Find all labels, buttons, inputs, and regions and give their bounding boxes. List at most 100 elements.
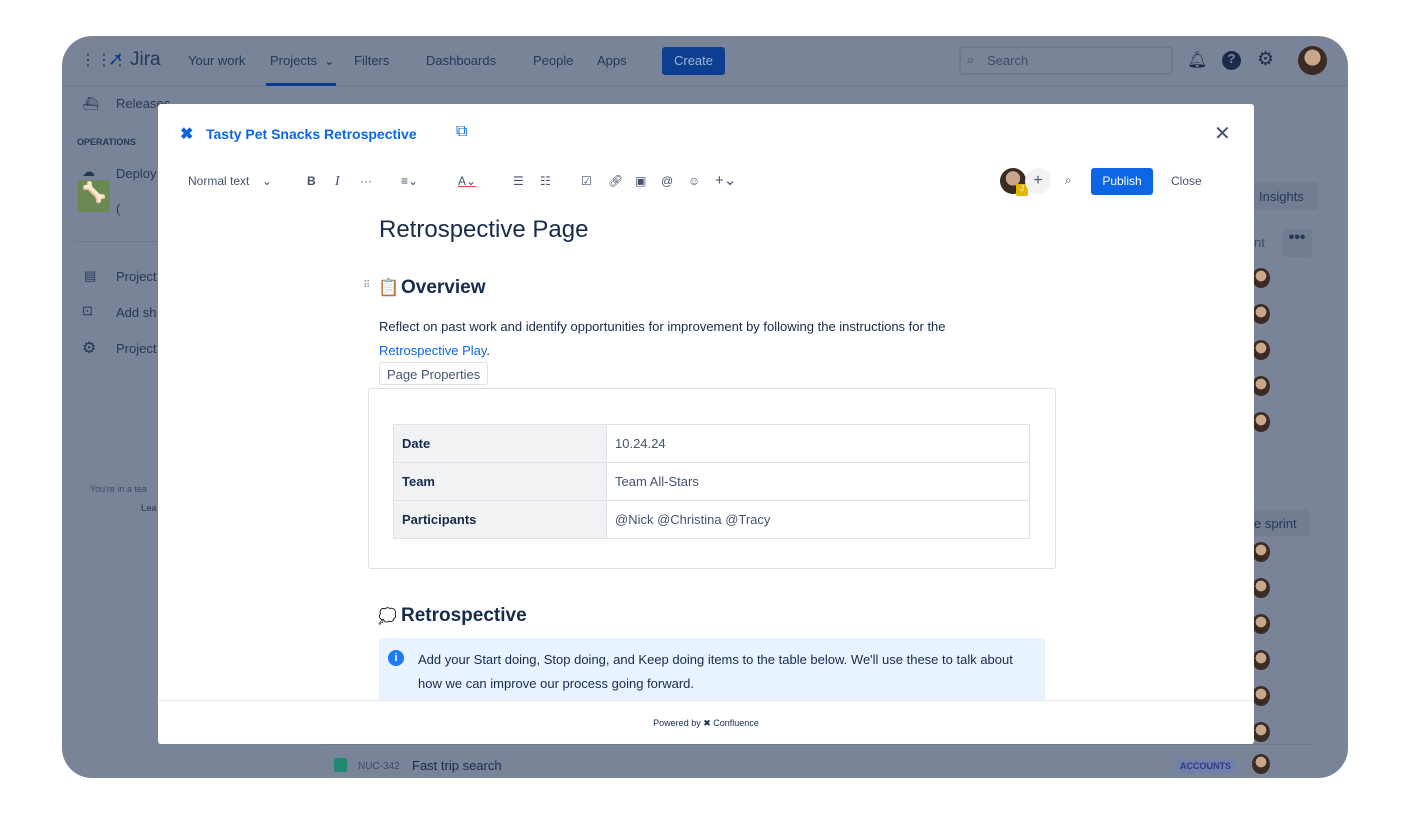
powered-by-text: Powered by (653, 718, 701, 728)
search-input[interactable]: ⌕ Search (959, 46, 1173, 75)
learn-more-link[interactable]: Lea (141, 503, 157, 513)
text-color-icon[interactable]: A⌄ (458, 174, 476, 188)
publish-button[interactable]: Publish (1091, 168, 1153, 195)
sidebar-add-shortcut[interactable]: Add sh (116, 305, 156, 320)
retrospective-heading[interactable]: Retrospective (401, 605, 527, 627)
confluence-small-icon: ✖ (703, 718, 711, 728)
table-row: Team Team All-Stars (393, 462, 1030, 501)
find-icon[interactable]: ⌕ (1065, 173, 1072, 188)
search-icon: ⌕ (967, 52, 975, 67)
image-icon[interactable]: ▣ (635, 174, 646, 188)
close-icon[interactable]: ✕ (1214, 121, 1231, 146)
team-note: You're in a tea (90, 484, 147, 494)
settings-icon[interactable]: ⚙ (1257, 48, 1274, 71)
assignee-avatar (1252, 412, 1270, 432)
sidebar-deployments[interactable]: Deploy (116, 166, 156, 181)
drag-handle-icon[interactable]: ⠿ (363, 280, 370, 291)
task-icon[interactable]: ☑ (581, 174, 592, 188)
text-style-dropdown[interactable]: Normal text (188, 174, 249, 188)
assignee-avatar (1252, 268, 1270, 288)
table-key: Team (393, 462, 607, 501)
assignee-avatar (1252, 542, 1270, 562)
clipboard-icon: 📋 (378, 278, 400, 297)
nav-your-work[interactable]: Your work (188, 53, 245, 68)
project-pages-icon: ▤ (84, 268, 97, 283)
info-text: Add your Start doing, Stop doing, and Ke… (418, 652, 1013, 691)
confluence-modal: ✖ Tasty Pet Snacks Retrospective ⧉ ✕ Nor… (158, 104, 1254, 744)
info-icon: i (388, 650, 404, 666)
align-icon[interactable]: ≡⌄ (401, 174, 418, 188)
assignee-avatar (1252, 340, 1270, 360)
retrospective-play-link[interactable]: Retrospective Play (379, 343, 486, 358)
active-tab-indicator (266, 83, 336, 86)
profile-avatar[interactable] (1298, 46, 1327, 75)
help-icon[interactable]: ? (1222, 51, 1241, 70)
jira-logo[interactable]: Jira (130, 49, 161, 71)
assignee-avatar (1252, 304, 1270, 324)
project-settings-icon: ⚙ (82, 340, 97, 357)
bullet-list-icon[interactable]: ☰ (513, 174, 524, 188)
overview-paragraph: Reflect on past work and identify opport… (379, 319, 946, 334)
link-icon[interactable]: 🔗︎ (608, 174, 623, 188)
table-value[interactable]: Team All-Stars (606, 462, 1030, 501)
assignee-avatar (1252, 686, 1270, 706)
nav-people[interactable]: People (533, 53, 573, 68)
assignee-avatar (1252, 578, 1270, 598)
more-options-icon[interactable]: ••• (1282, 229, 1312, 257)
mention-icon[interactable]: @ (661, 174, 673, 188)
close-button[interactable]: Close (1171, 174, 1202, 188)
jira-logo-icon[interactable]: ➚ (108, 49, 123, 70)
invite-icon[interactable]: + (1025, 168, 1051, 194)
sidebar-project-pages[interactable]: Project (116, 269, 156, 284)
assignee-avatar (1252, 722, 1270, 742)
sidebar-item-partial[interactable]: ( (116, 201, 120, 216)
overview-heading[interactable]: Overview (401, 277, 486, 299)
open-external-icon[interactable]: ⧉ (456, 123, 467, 141)
page-title[interactable]: Retrospective Page (379, 216, 588, 244)
insights-button[interactable]: Insights (1247, 182, 1318, 210)
assignee-avatar (1252, 650, 1270, 670)
nav-dashboards[interactable]: Dashboards (426, 53, 496, 68)
issue-key[interactable]: NUC-342 (358, 761, 400, 772)
sidebar-project-settings[interactable]: Project (116, 341, 156, 356)
nav-projects[interactable]: Projects (270, 53, 317, 68)
modal-title[interactable]: Tasty Pet Snacks Retrospective (206, 126, 417, 142)
create-button[interactable]: Create (662, 47, 725, 75)
add-shortcut-icon: ⊡ (82, 303, 93, 318)
complete-sprint-button[interactable]: e sprint (1254, 510, 1309, 536)
emoji-icon[interactable]: ☺ (688, 174, 700, 188)
bone-icon: 🦴 (78, 180, 110, 212)
chevron-down-icon: ⌄ (262, 174, 273, 188)
issue-title[interactable]: Fast trip search (412, 758, 502, 773)
insert-icon[interactable]: +⌄ (715, 171, 736, 189)
period: . (486, 343, 491, 358)
partial-button-text[interactable]: nt (1254, 235, 1265, 250)
issue-epic-tag: ACCOUNTS (1176, 759, 1235, 773)
releases-icon: ⛴ (82, 96, 99, 111)
assignee-avatar (1252, 614, 1270, 634)
more-formatting-icon[interactable]: ··· (360, 174, 372, 188)
nav-filters[interactable]: Filters (354, 53, 389, 68)
info-panel[interactable]: i Add your Start doing, Stop doing, and … (379, 638, 1045, 708)
page-properties-label[interactable]: Page Properties (379, 362, 489, 385)
table-row: Participants @Nick @Christina @Tracy (393, 500, 1030, 539)
chevron-down-icon: ⌄ (324, 53, 335, 68)
table-value[interactable]: 10.24.24 (606, 424, 1030, 463)
confluence-brand: Confluence (713, 718, 759, 728)
table-value[interactable]: @Nick @Christina @Tracy (606, 500, 1030, 539)
nav-apps[interactable]: Apps (597, 53, 627, 68)
modal-footer: Powered by ✖ Confluence (158, 700, 1254, 744)
numbered-list-icon[interactable]: ☷ (540, 174, 551, 188)
thought-bubble-icon: 💭 (378, 608, 397, 625)
divider (322, 744, 1312, 745)
notifications-icon[interactable]: 🔔︎ (1187, 50, 1207, 70)
assignee-avatar (1252, 754, 1270, 774)
italic-icon[interactable]: I (335, 174, 340, 190)
table-key: Participants (393, 500, 607, 539)
sidebar-section-operations: OPERATIONS (77, 137, 136, 147)
bold-icon[interactable]: B (307, 174, 316, 188)
overview-text[interactable]: Reflect on past work and identify opport… (379, 315, 1039, 363)
search-placeholder: Search (987, 53, 1029, 68)
deploy-icon: ☁ (82, 164, 95, 179)
story-icon (334, 758, 347, 772)
